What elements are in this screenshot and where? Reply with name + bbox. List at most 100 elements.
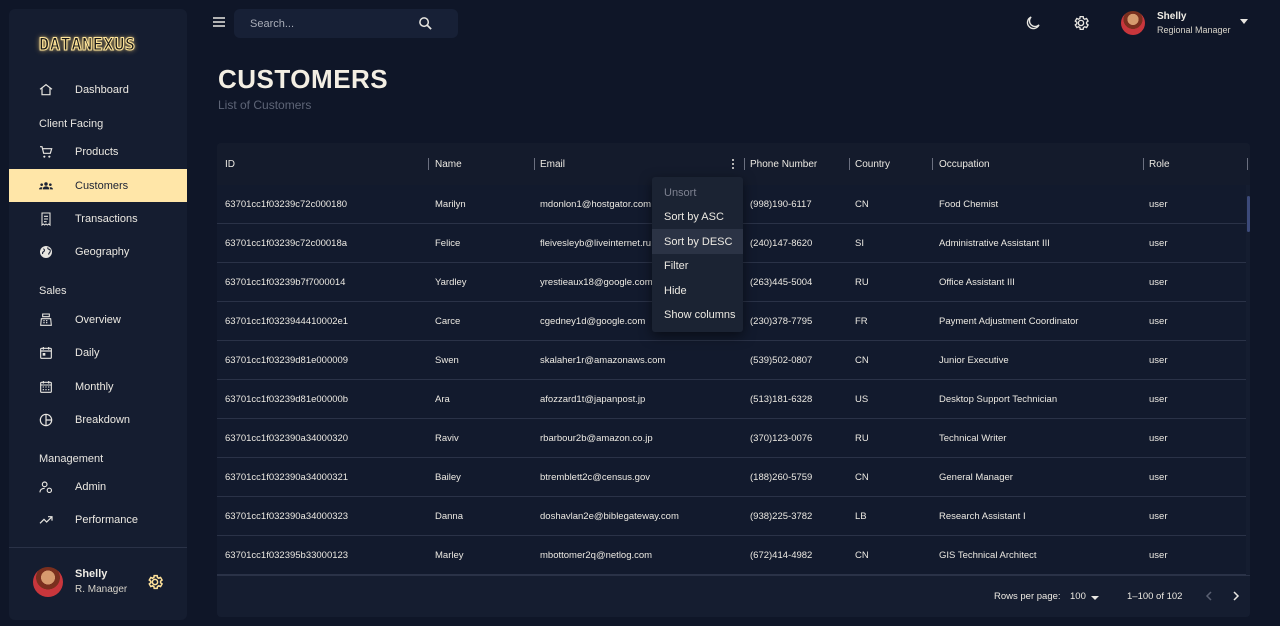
table-row[interactable]: 63701cc1f032395b33000123 Marley mbottomer2… [217,536,1246,575]
user-name: Shelly [1157,11,1187,22]
column-header-phone-number[interactable]: Phone Number [750,143,840,185]
column-resize-handle[interactable] [849,158,850,170]
cell-occupation: Desktop Support Technician [939,394,1058,405]
cell-country: SI [855,238,864,249]
column-resize-handle[interactable] [534,158,535,170]
cell-occupation: Technical Writer [939,433,1007,444]
sidebar-item-overview[interactable]: Overview [9,303,187,336]
cell-phone-number: (513)181-6328 [750,394,813,405]
sidebar-item-label: Overview [75,313,121,326]
column-resize-handle[interactable] [1143,158,1144,170]
vertical-scrollbar[interactable] [1247,196,1250,232]
calendar-month-icon [38,379,54,395]
cell-role: user [1149,355,1168,366]
cell-role: user [1149,433,1168,444]
column-resize-handle[interactable] [428,158,429,170]
search-icon[interactable] [418,16,433,36]
column-resize-handle[interactable] [744,158,745,170]
cell-phone-number: (230)378-7795 [750,316,813,327]
trending-up-icon [38,512,54,528]
menu-item-hide[interactable]: Hide [652,278,743,303]
next-page-icon[interactable] [1229,589,1243,608]
cell-name: Yardley [435,277,467,288]
sidebar-item-daily[interactable]: Daily [9,336,187,369]
cell-country: RU [855,277,869,288]
cell-occupation: Administrative Assistant III [939,238,1050,249]
column-header-name[interactable]: Name [435,143,525,185]
cell-phone-number: (539)502-0807 [750,355,813,366]
cell-country: CN [855,550,869,561]
cell-occupation: GIS Technical Architect [939,550,1037,561]
table-row[interactable]: 63701cc1f032390a34000321 Bailey btremblett… [217,458,1246,497]
chevron-down-icon [1240,19,1248,24]
column-header-country[interactable]: Country [855,143,925,185]
cell-id: 63701cc1f03239c72c00018a [225,238,348,249]
chevron-down-icon[interactable] [1091,596,1099,600]
search-input[interactable] [250,15,410,32]
sidebar-item-monthly[interactable]: Monthly [9,370,187,403]
sidebar-item-transactions[interactable]: Transactions [9,202,187,235]
menu-item-sort-by-asc[interactable]: Sort by ASC [652,204,743,229]
settings-gear-icon[interactable] [146,573,164,596]
column-menu-icon[interactable] [729,157,737,171]
sidebar-item-admin[interactable]: Admin [9,470,187,503]
cell-id: 63701cc1f032395b33000123 [225,550,349,561]
sidebar-item-label: Geography [75,245,130,258]
menu-item-filter[interactable]: Filter [652,253,743,278]
sidebar-item-performance[interactable]: Performance [9,503,187,536]
sidebar-item-customers[interactable]: Customers [9,169,187,202]
sidebar-item-geography[interactable]: Geography [9,235,187,268]
sidebar: DATANEXUS Dashboard Client Facing Products… [9,9,187,620]
cell-country: FR [855,316,868,327]
column-resize-handle[interactable] [1247,158,1248,170]
column-header-occupation[interactable]: Occupation [939,143,1129,185]
settings-icon[interactable] [1072,14,1090,32]
column-header-id[interactable]: ID [225,143,415,185]
sidebar-item-breakdown[interactable]: Breakdown [9,403,187,436]
sidebar-item-label: Admin [75,480,107,493]
menu-item-sort-by-desc[interactable]: Sort by DESC [652,229,743,254]
column-header-role[interactable]: Role [1149,143,1229,185]
sidebar-user: Shelly R. Manager [33,567,173,599]
sidebar-item-products[interactable]: Products [9,135,187,168]
sidebar-section-client-facing: Client Facing [39,118,104,130]
cell-phone-number: (998)190-6117 [750,199,812,210]
cell-country: LB [855,511,867,522]
sidebar-item-label: Dashboard [75,83,129,96]
cell-phone-number: (188)260-5759 [750,472,813,483]
cell-phone-number: (240)147-8620 [750,238,813,249]
cell-role: user [1149,472,1168,483]
cell-name: Marilyn [435,199,466,210]
table-row[interactable]: 63701cc1f03239d81e00000b Ara afozzard1t@ja… [217,380,1246,419]
table-pagination: Rows per page: 100 1–100 of 102 [217,575,1250,617]
table-row[interactable]: 63701cc1f032390a34000323 Danna doshavlan2e… [217,497,1246,536]
cell-id: 63701cc1f03239d81e00000b [225,394,349,405]
cell-country: US [855,394,869,405]
cell-phone-number: (370)123-0076 [750,433,813,444]
cell-country: CN [855,355,869,366]
cell-email: afozzard1t@japanpost.jp [540,394,646,405]
cell-role: user [1149,511,1168,522]
cell-id: 63701cc1f032390a34000320 [225,433,349,444]
cell-phone-number: (938)225-3782 [750,511,813,522]
cell-id: 63701cc1f03239d81e000009 [225,355,349,366]
brand-logo: DATANEXUS [39,35,136,56]
sidebar-item-label: Breakdown [75,413,131,426]
cell-id: 63701cc1f032390a34000323 [225,511,349,522]
menu-item-show-columns[interactable]: Show columns [652,302,743,327]
column-resize-handle[interactable] [932,158,933,170]
cell-id: 63701cc1f03239c72c000180 [225,199,348,210]
menu-icon[interactable] [211,14,227,30]
cell-name: Bailey [435,472,461,483]
dark-mode-moon-icon[interactable] [1024,14,1042,32]
cell-phone-number: (263)445-5004 [750,277,813,288]
rows-per-page-select[interactable]: 100 [1070,591,1086,602]
table-row[interactable]: 63701cc1f03239d81e000009 Swen skalaher1r@a… [217,341,1246,380]
table-row[interactable]: 63701cc1f032390a34000320 Raviv rbarbour2b@… [217,419,1246,458]
pagination-range: 1–100 of 102 [1127,591,1183,602]
user-menu-button[interactable]: Shelly Regional Manager [1121,11,1257,37]
sidebar-item-dashboard[interactable]: Dashboard [9,73,187,106]
cell-country: RU [855,433,869,444]
previous-page-icon[interactable] [1202,589,1216,608]
cell-occupation: Junior Executive [939,355,1009,366]
